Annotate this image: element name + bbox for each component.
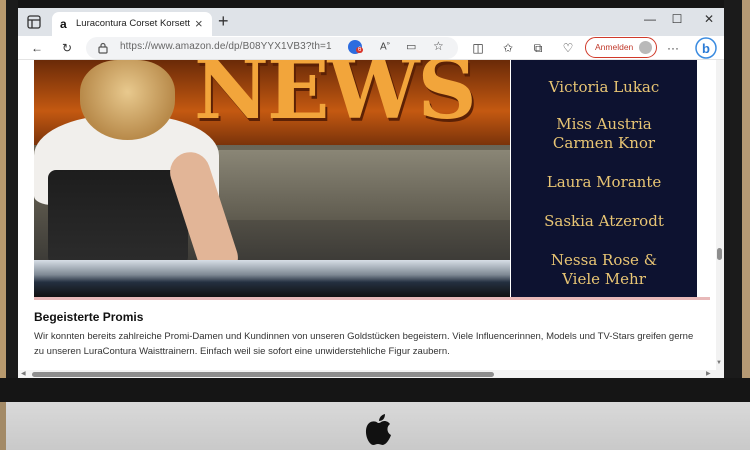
- tab-title: Luracontura Corset Korsett Damen: [76, 18, 192, 29]
- scroll-right-arrow-icon[interactable]: ▶: [706, 370, 711, 377]
- refresh-icon[interactable]: ↻: [58, 39, 76, 57]
- page-content: NEWS Victoria Lukac Miss Austria Carmen …: [18, 60, 716, 370]
- section-title: Begeisterte Promis: [34, 310, 144, 324]
- sign-in-button[interactable]: Anmelden: [585, 37, 657, 58]
- avatar-icon: [639, 41, 652, 54]
- favorites-icon[interactable]: ✩: [499, 39, 517, 57]
- maximize-icon[interactable]: ☐: [667, 12, 687, 26]
- more-options-icon[interactable]: ···: [664, 39, 682, 57]
- bing-copilot-icon[interactable]: b: [695, 37, 717, 59]
- tab-actions-icon[interactable]: [26, 14, 42, 30]
- section-body: Wir konnten bereits zahlreiche Promi-Dam…: [34, 331, 694, 357]
- amazon-favicon-icon: a: [60, 17, 67, 31]
- new-tab-icon[interactable]: +: [218, 11, 229, 32]
- tab-close-icon[interactable]: ×: [195, 16, 203, 31]
- celebrity-name: Victoria Lukac: [548, 78, 660, 96]
- svg-text:b: b: [702, 41, 710, 56]
- browser-essentials-icon[interactable]: ♡: [559, 39, 577, 57]
- news-desk: [34, 260, 510, 297]
- celebrity-name: Laura Morante: [546, 173, 662, 191]
- horizontal-scroll-thumb[interactable]: [32, 372, 494, 377]
- immersive-reader-icon[interactable]: ▭: [406, 40, 416, 53]
- browser-window: a Luracontura Corset Korsett Damen × + —…: [18, 8, 724, 378]
- news-banner-text: NEWS: [194, 60, 477, 138]
- address-bar[interactable]: https://www.amazon.de/dp/B08YYX1VB3?th=1…: [86, 37, 458, 59]
- minimize-icon[interactable]: —: [640, 12, 660, 26]
- vertical-scroll-thumb[interactable]: [717, 248, 722, 260]
- celebrity-name: Carmen Knor: [552, 134, 656, 152]
- lock-icon[interactable]: [98, 42, 108, 54]
- scroll-down-arrow-icon[interactable]: ▼: [716, 360, 722, 366]
- back-icon[interactable]: ←: [28, 39, 46, 57]
- tab-strip: a Luracontura Corset Korsett Damen × + —…: [18, 8, 724, 36]
- hero-divider: [34, 297, 710, 300]
- presenter-hair: [80, 60, 175, 140]
- monitor-bezel-top: [0, 0, 750, 8]
- extension-badge: 6: [356, 47, 364, 53]
- celebrity-names-panel: Victoria Lukac Miss Austria Carmen Knor …: [511, 60, 697, 297]
- collections-icon[interactable]: ⧉: [529, 39, 547, 57]
- tab-amazon[interactable]: a Luracontura Corset Korsett Damen ×: [52, 12, 212, 36]
- presenter-corset: [48, 170, 188, 265]
- hero-photo: NEWS: [34, 60, 510, 297]
- monitor-bezel-right: [724, 0, 750, 380]
- url-text: https://www.amazon.de/dp/B08YYX1VB3?th=1: [120, 41, 332, 52]
- vertical-scrollbar[interactable]: ▼: [716, 60, 724, 370]
- sign-in-label: Anmelden: [595, 42, 634, 52]
- celebrity-name: Nessa Rose &: [550, 251, 658, 269]
- desk-edge: [0, 402, 6, 450]
- horizontal-scrollbar[interactable]: ◀ ▶: [18, 370, 724, 378]
- favorite-star-icon[interactable]: ☆: [433, 39, 444, 53]
- split-screen-icon[interactable]: ◫: [469, 39, 487, 57]
- scroll-left-arrow-icon[interactable]: ◀: [21, 370, 26, 377]
- monitor-bezel-bottom: [0, 378, 750, 402]
- close-window-icon[interactable]: ✕: [699, 12, 719, 26]
- celebrity-name: Miss Austria: [556, 115, 652, 133]
- browser-toolbar: ← ↻ https://www.amazon.de/dp/B08YYX1VB3?…: [18, 36, 724, 60]
- read-aloud-icon[interactable]: A»: [380, 41, 390, 52]
- monitor-bezel-left: [0, 0, 18, 380]
- celebrity-name: Viele Mehr: [562, 270, 646, 288]
- apple-logo-icon: [365, 414, 391, 445]
- celebrity-name: Saskia Atzerodt: [544, 212, 664, 230]
